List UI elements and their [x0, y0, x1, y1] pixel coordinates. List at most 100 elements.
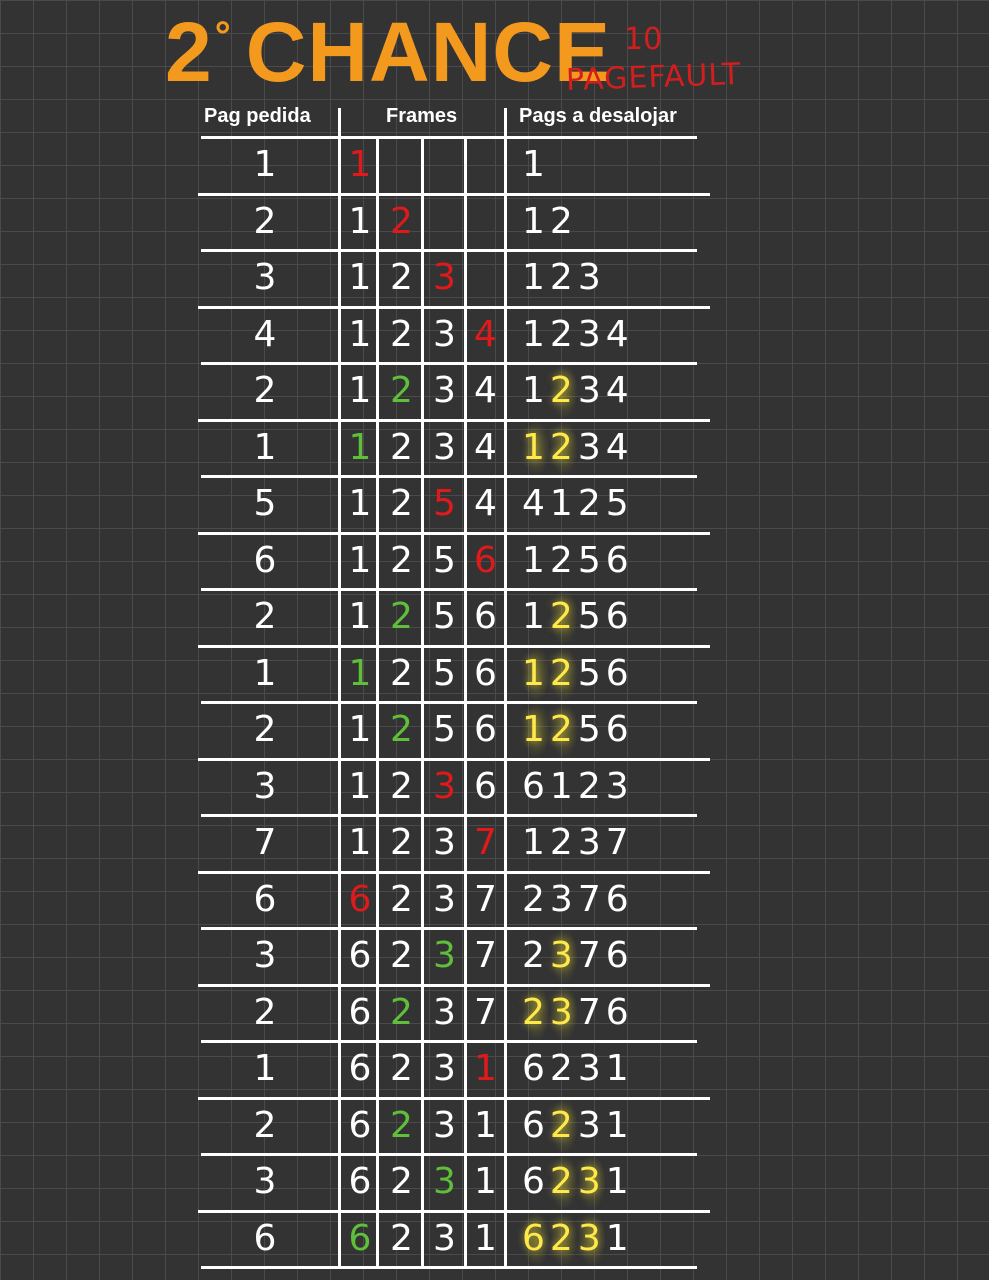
queue-page: 1	[605, 1217, 634, 1259]
evict-queue-cell: 1237	[522, 815, 702, 871]
queue-page: 6	[605, 652, 634, 694]
frame-cell-2: 2	[390, 596, 413, 637]
frame-cell-1: 1	[348, 539, 372, 581]
frame-cell-2: 2	[390, 200, 413, 242]
evict-queue-cell: 1256	[522, 533, 702, 589]
requested-page-cell: 2	[253, 200, 277, 242]
frame-cell-4	[466, 194, 505, 250]
frame-cell-3: 3	[433, 370, 456, 411]
queue-page: 5	[605, 483, 634, 524]
frame-cell-3: 3	[433, 313, 456, 355]
frame-cell-1: 1	[348, 709, 372, 750]
evict-queue-cell: 12	[522, 194, 702, 250]
requested-page-cell: 2	[253, 596, 277, 637]
queue-page-second-chance: 2	[522, 984, 550, 1041]
evict-queue-cell: 6231	[522, 1210, 702, 1267]
frame-cell-3: 5	[433, 709, 456, 750]
queue-page-second-chance: 2	[549, 1097, 578, 1154]
frame-cell-2: 2	[390, 878, 413, 920]
evict-queue-cell: 6231	[522, 1097, 702, 1154]
frame-cell-2: 2	[390, 652, 413, 694]
queue-page: 1	[522, 596, 550, 637]
evict-queue-cell: 6231	[522, 1041, 702, 1097]
queue-page-second-chance: 2	[549, 363, 578, 419]
pagefault-count: 10	[624, 22, 663, 57]
evict-queue-cell: 1234	[522, 363, 702, 419]
frame-cell-4: 6	[474, 765, 497, 807]
queue-page: 2	[549, 1048, 578, 1089]
queue-page-second-chance: 2	[549, 589, 578, 645]
frame-cell-4: 1	[474, 1048, 497, 1089]
queue-page: 6	[522, 765, 550, 807]
queue-page: 1	[522, 144, 550, 185]
queue-page: 4	[522, 483, 550, 524]
queue-page: 1	[522, 313, 550, 355]
queue-page: 3	[605, 765, 634, 807]
requested-page-cell: 6	[253, 1217, 277, 1259]
queue-page: 7	[577, 935, 606, 976]
queue-page: 3	[577, 822, 606, 863]
frame-cell-3: 3	[433, 257, 456, 298]
queue-page: 6	[522, 1161, 550, 1202]
frame-cell-3: 5	[433, 539, 456, 581]
queue-page-second-chance: 2	[549, 702, 578, 758]
queue-page: 3	[577, 313, 606, 355]
queue-page: 5	[577, 652, 606, 694]
pagefault-label: PAGEFAULT	[565, 56, 742, 99]
frame-cell-1: 1	[348, 483, 372, 524]
queue-page: 1	[549, 483, 578, 524]
frame-cell-4	[466, 250, 505, 306]
evict-queue-cell: 1	[522, 137, 702, 193]
queue-page: 2	[549, 313, 578, 355]
title-prefix: 2	[165, 5, 213, 99]
queue-page: 6	[605, 539, 634, 581]
evict-queue-cell: 1256	[522, 589, 702, 645]
frame-cell-2: 2	[390, 539, 413, 581]
requested-page-cell: 1	[253, 426, 277, 468]
page-title: 2 ° CHANCE	[165, 2, 611, 102]
frame-cell-1: 6	[348, 991, 372, 1033]
queue-page: 1	[522, 539, 550, 581]
queue-page: 1	[549, 765, 578, 807]
requested-page-cell: 2	[253, 709, 277, 750]
frame-cell-4: 4	[474, 313, 497, 355]
queue-page: 6	[522, 1048, 550, 1089]
evict-queue-cell: 1256	[522, 702, 702, 758]
frame-cell-4: 1	[474, 1104, 497, 1146]
frame-cell-4: 6	[474, 652, 497, 694]
queue-page: 1	[522, 370, 550, 411]
queue-page-second-chance: 6	[522, 1210, 550, 1267]
requested-page-cell: 6	[253, 539, 277, 581]
queue-page: 1	[522, 200, 550, 242]
frame-cell-3: 5	[433, 652, 456, 694]
evict-queue-cell: 1234	[522, 307, 702, 363]
evict-queue-cell: 6231	[522, 1154, 702, 1210]
header-requested-page: Pag pedida	[204, 105, 311, 127]
queue-page: 4	[605, 426, 634, 468]
queue-page-second-chance: 1	[522, 645, 550, 702]
queue-page-second-chance: 2	[549, 419, 578, 476]
queue-page-second-chance: 3	[549, 984, 578, 1041]
queue-page-second-chance: 1	[522, 702, 550, 758]
frame-cell-4: 7	[474, 878, 497, 920]
queue-page: 2	[577, 765, 606, 807]
queue-page: 3	[577, 1104, 606, 1146]
queue-page: 2	[549, 257, 578, 298]
evict-queue-cell: 2376	[522, 928, 702, 984]
queue-page: 3	[549, 878, 578, 920]
requested-page-cell: 6	[253, 878, 277, 920]
frame-cell-4: 4	[474, 426, 497, 468]
frame-cell-1: 1	[348, 200, 372, 242]
frame-cell-3: 5	[433, 596, 456, 637]
queue-page: 1	[522, 822, 550, 863]
frame-cell-1: 6	[348, 1048, 372, 1089]
frame-cell-4: 4	[474, 483, 497, 524]
evict-queue-cell: 4125	[522, 476, 702, 532]
frame-cell-2: 2	[390, 1217, 413, 1259]
queue-page: 4	[605, 313, 634, 355]
frame-cell-1: 1	[348, 313, 372, 355]
frame-cell-4: 7	[474, 935, 497, 976]
frame-cell-3: 3	[433, 1217, 456, 1259]
queue-page: 3	[577, 426, 606, 468]
queue-page: 4	[605, 370, 634, 411]
